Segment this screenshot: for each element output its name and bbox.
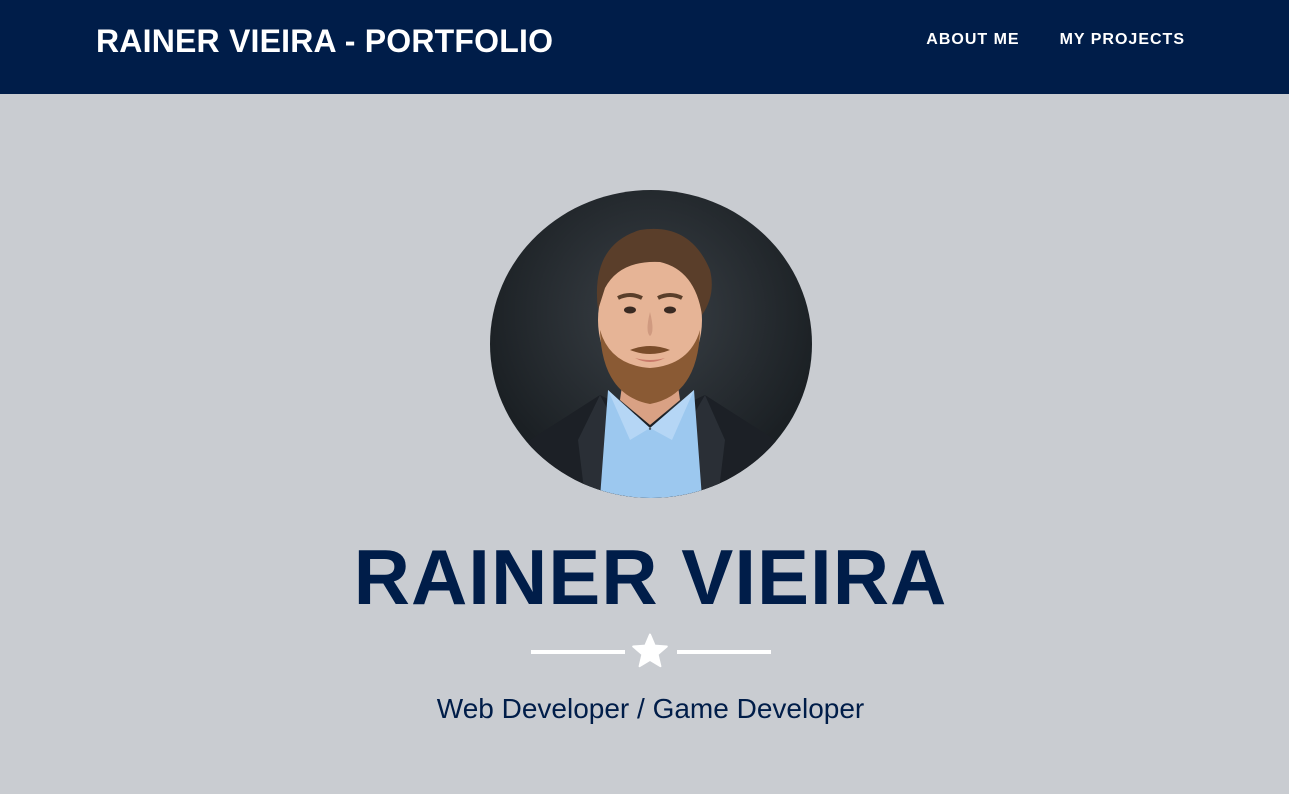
divider-line-left	[531, 650, 625, 654]
star-divider	[531, 632, 771, 674]
nav-link-my-projects[interactable]: MY PROJECTS	[1060, 29, 1185, 51]
divider-line-right	[677, 650, 771, 654]
hero-subtitle: Web Developer / Game Developer	[436, 693, 865, 724]
hero-title: RAINER VIEIRA	[353, 533, 948, 621]
nav-link-about-me[interactable]: ABOUT ME	[926, 29, 1019, 51]
hero-section: RAINER VIEIRA Web Developer / Game Devel…	[0, 94, 1289, 794]
nav-links: ABOUT ME MY PROJECTS	[926, 29, 1185, 51]
avatar-portrait-image	[510, 228, 792, 498]
avatar	[490, 190, 812, 498]
navbar: RAINER VIEIRA - PORTFOLIO ABOUT ME MY PR…	[0, 0, 1289, 94]
star-icon	[632, 633, 668, 668]
brand-link[interactable]: RAINER VIEIRA - PORTFOLIO	[96, 22, 553, 60]
